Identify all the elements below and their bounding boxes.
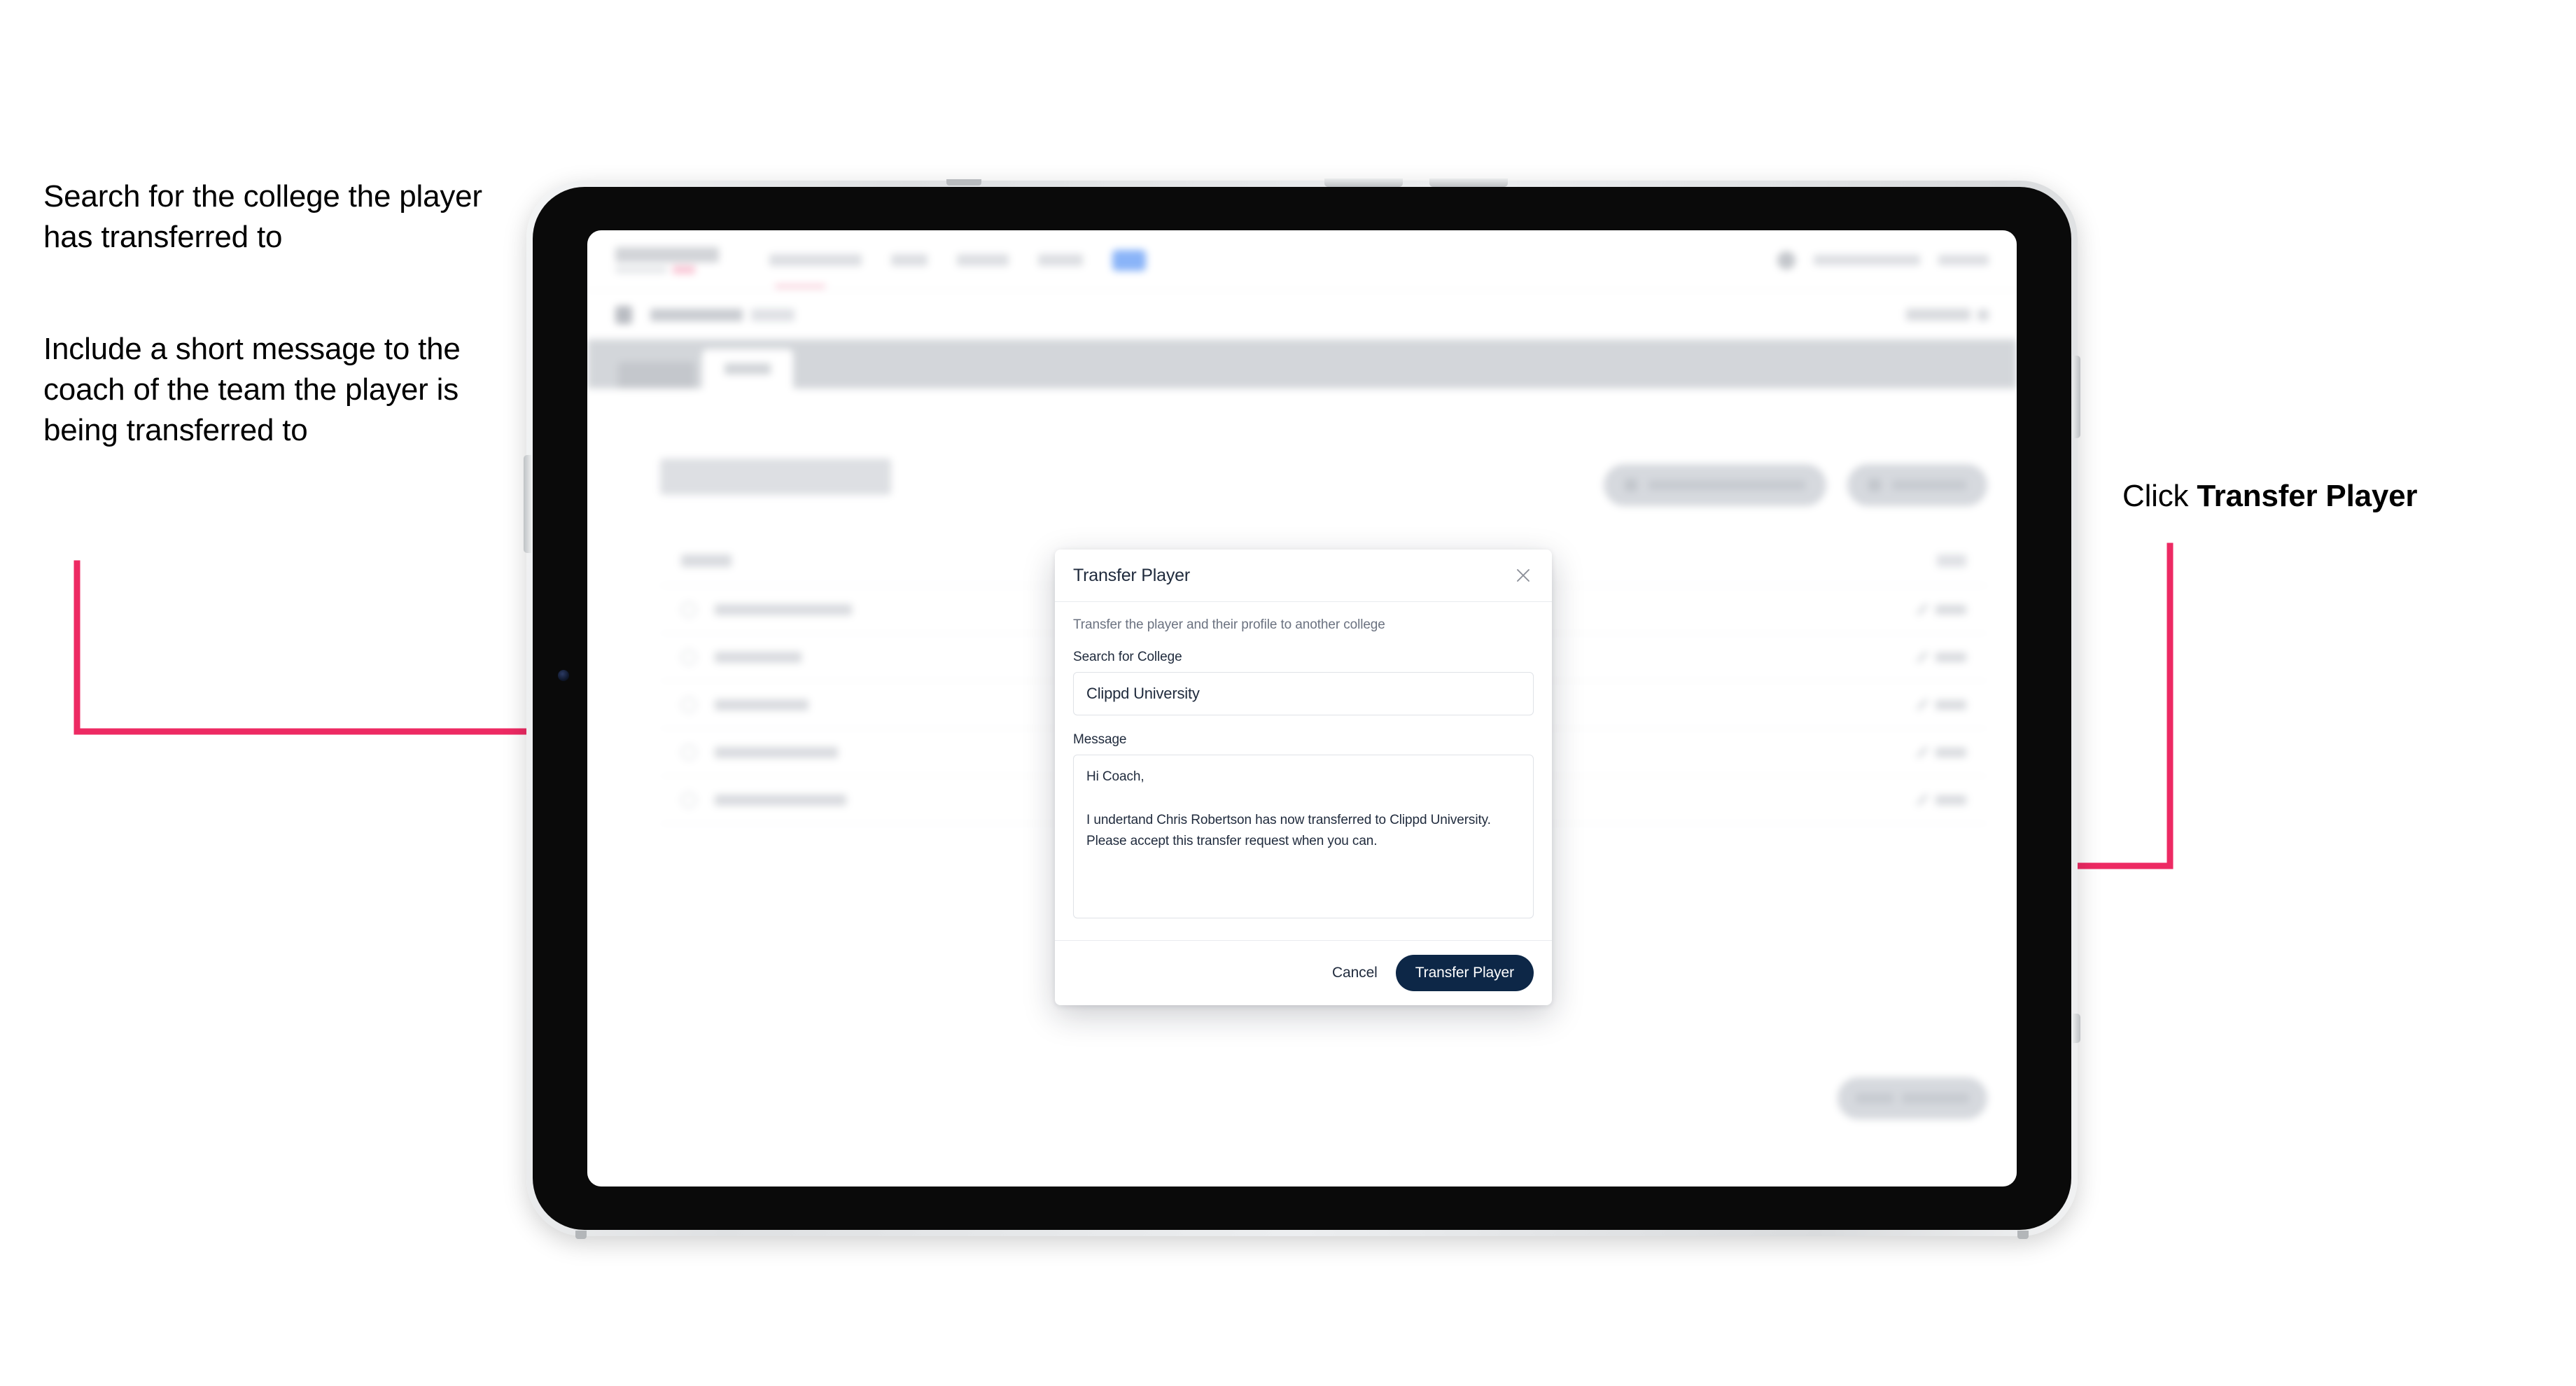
plus-icon [1868, 479, 1881, 491]
avatar[interactable] [1777, 251, 1795, 270]
save-label-part-2 [1902, 1093, 1969, 1103]
row-checkbox[interactable] [681, 792, 696, 808]
pencil-icon [1917, 794, 1928, 806]
app-navbar [587, 230, 2017, 290]
transfer-player-button[interactable]: Transfer Player [1395, 955, 1534, 991]
annotation-click-transfer: Click Transfer Player [2122, 476, 2556, 517]
device-top-notch [946, 179, 981, 186]
message-field-group: Message [1073, 732, 1534, 922]
close-icon[interactable] [1511, 564, 1535, 587]
user-email-label [1814, 255, 1920, 265]
cancel-button[interactable]: Cancel [1332, 965, 1378, 981]
device-foot-left [575, 1231, 587, 1239]
add-player-label [1892, 480, 1966, 490]
modal-body: Transfer the player and their profile to… [1055, 602, 1552, 940]
college-field-label: Search for College [1073, 650, 1182, 664]
brand-subtitle [615, 265, 719, 274]
nav-item-team[interactable] [891, 254, 927, 266]
search-college-input[interactable] [1073, 672, 1534, 715]
modal-header: Transfer Player [1055, 550, 1552, 602]
pencil-icon [1917, 699, 1928, 710]
request-transfer-label [1648, 480, 1805, 490]
edit-label [1935, 699, 1966, 710]
edit-link[interactable] [1917, 651, 1966, 663]
nav-item-analytics[interactable] [1038, 254, 1083, 266]
edit-label [1935, 794, 1966, 805]
annotation-search-college: Search for the college the player has tr… [43, 179, 482, 255]
device-foot-right [2017, 1231, 2029, 1239]
row-checkbox[interactable] [681, 744, 696, 760]
tablet-screen: Transfer Player Transfer the player and … [587, 230, 2017, 1186]
tab-roster-label [724, 363, 771, 374]
screenshot-canvas: Search for the college the player has tr… [0, 0, 2576, 1386]
tab-details[interactable] [618, 362, 695, 388]
edit-link[interactable] [1917, 746, 1966, 758]
edit-label [1935, 652, 1966, 662]
breadcrumb-icon [615, 305, 632, 324]
device-power-button[interactable] [2073, 356, 2080, 438]
close-icon [1977, 309, 1989, 321]
edit-link[interactable] [1917, 603, 1966, 615]
message-textarea[interactable] [1073, 755, 1534, 918]
row-checkbox[interactable] [681, 649, 696, 665]
message-field-label: Message [1073, 732, 1127, 747]
tab-roster[interactable] [702, 349, 793, 388]
transfer-icon [1625, 479, 1637, 491]
page-title [660, 458, 891, 495]
device-top-button-b[interactable] [1429, 178, 1508, 187]
player-name [715, 746, 838, 758]
annotation-include-message: Include a short message to the coach of … [43, 332, 461, 448]
brand-wordmark [615, 246, 719, 262]
row-checkbox[interactable] [681, 696, 696, 713]
page-tabs [587, 340, 2017, 388]
edit-label [1935, 747, 1966, 757]
sign-out-button[interactable] [1938, 255, 1989, 265]
annotation-click-prefix: Click [2122, 479, 2197, 513]
pencil-icon [1917, 746, 1928, 758]
player-name [715, 699, 808, 710]
edit-label [1935, 604, 1966, 615]
breadcrumb-cancel-button[interactable] [1906, 309, 1989, 321]
annotation-click-bold: Transfer Player [2197, 479, 2418, 513]
breadcrumb-item-scoreboard[interactable] [650, 308, 743, 321]
breadcrumb [587, 290, 2017, 340]
add-player-button[interactable] [1847, 464, 1987, 506]
device-top-button-a[interactable] [1324, 178, 1403, 187]
tablet-device-frame: Transfer Player Transfer the player and … [524, 178, 2080, 1239]
brand-sub-text [615, 266, 667, 273]
request-player-transfer-button[interactable] [1604, 464, 1826, 506]
row-checkbox[interactable] [681, 601, 696, 617]
pencil-icon [1917, 603, 1928, 615]
column-header-email [681, 554, 732, 567]
nav-item-tournaments[interactable] [769, 254, 862, 266]
nav-active-underline [775, 285, 825, 288]
pencil-icon [1917, 651, 1928, 663]
tablet-bezel: Transfer Player Transfer the player and … [533, 187, 2071, 1230]
brand-sub-badge [673, 265, 695, 274]
edit-link[interactable] [1917, 794, 1966, 806]
breadcrumb-item-edit [751, 308, 794, 321]
navbar-user-area [1777, 251, 1989, 270]
column-header-edit [1937, 554, 1966, 567]
transfer-player-modal: Transfer Player Transfer the player and … [1055, 550, 1552, 1005]
device-volume-button[interactable] [524, 455, 531, 553]
player-name [715, 603, 852, 615]
modal-title: Transfer Player [1073, 565, 1190, 585]
modal-footer: Cancel Transfer Player [1055, 940, 1552, 1005]
player-name [715, 794, 846, 806]
save-roster-changes-button[interactable] [1837, 1077, 1987, 1119]
edit-link[interactable] [1917, 699, 1966, 710]
save-label-part-1 [1856, 1093, 1893, 1103]
nav-item-active-pill[interactable] [1112, 249, 1146, 271]
nav-item-rankings[interactable] [957, 254, 1009, 266]
modal-description: Transfer the player and their profile to… [1073, 617, 1385, 632]
college-field-group: Search for College [1073, 650, 1534, 715]
brand-logo[interactable] [615, 246, 719, 274]
device-side-button[interactable] [2073, 1014, 2080, 1043]
breadcrumb-cancel-label [1906, 309, 1970, 321]
front-camera-icon [558, 670, 569, 681]
player-name [715, 651, 802, 663]
